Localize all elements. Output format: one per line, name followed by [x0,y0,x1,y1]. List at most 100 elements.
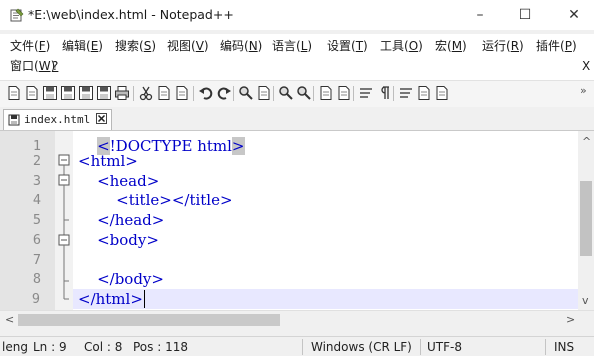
menu-item-n[interactable]: 编码(N) [220,38,262,54]
code-text: </html>​ [78,290,145,308]
menu-item-p[interactable]: 插件(P) [536,38,577,54]
notepad-app-icon [10,8,24,22]
menu-item-f[interactable]: 文件(F) [10,38,50,54]
close-icon[interactable] [78,85,94,101]
menu-bar: 文件(F) 编辑(E) 搜索(S) 视图(V) 编码(N) 语言(L) 设置(T) 工具(O)… [0,34,594,80]
menu-item-t[interactable]: 设置(T) [327,38,368,54]
minimize-button[interactable]: – [465,4,495,26]
code-line: 2 <html> [0,151,578,171]
save-all-icon[interactable] [60,85,76,101]
vertical-scroll-thumb[interactable] [580,181,592,256]
close-all-icon[interactable] [96,85,112,101]
code-text: </body> [97,270,164,288]
window-title: *E:\web\index.html - Notepad++ [28,7,234,22]
status-divider [420,339,421,355]
menu-item-m[interactable]: 宏(M) [435,38,467,54]
line-number: 6 [32,232,41,248]
close-window-button[interactable]: ✕ [559,4,589,26]
editor-area[interactable]: 1 <!DOCTYPE html> 2 <html> 3 <head> 4 <title… [0,131,578,310]
close-document-button[interactable]: X [582,58,590,74]
maximize-button[interactable]: ☐ [510,4,540,26]
line-number: 5 [32,212,41,228]
code-line: 7 [0,250,578,270]
cut-icon[interactable] [138,85,154,101]
word-wrap-icon[interactable] [358,85,374,101]
status-position: Pos : 118 [133,340,188,354]
status-bar: leng Ln : 9 Col : 8 Pos : 118 Windows (C… [0,336,594,356]
status-line: Ln : 9 [33,340,67,354]
tab-index-html[interactable]: index.html [3,109,113,130]
vertical-scrollbar[interactable]: ^ v [578,131,594,310]
paste-icon[interactable] [174,85,190,101]
code-text: </head> [97,211,165,229]
code-line: 8 </body> [0,269,578,289]
code-line: 5 </head> [0,210,578,230]
sync-v-icon[interactable] [318,85,334,101]
sync-h-icon[interactable] [336,85,352,101]
menu-item-o[interactable]: 工具(O) [380,38,423,54]
zoom-in-icon[interactable] [278,85,294,101]
replace-icon[interactable] [256,85,272,101]
code-line: 6 <body> [0,230,578,250]
toolbar-overflow-button[interactable]: » [580,84,587,97]
toolbar-separator [273,86,274,101]
status-column: Col : 8 [84,340,123,354]
doc-map-icon[interactable] [416,85,432,101]
text-cursor: ​ [143,290,145,308]
code-line: 3 <head> [0,171,578,191]
status-insert-mode[interactable]: INS [554,339,574,355]
line-number: 2 [32,153,41,169]
tab-label: index.html [24,113,91,126]
status-encoding[interactable]: UTF-8 [427,339,462,355]
status-divider [302,339,303,355]
function-list-icon[interactable] [434,85,450,101]
menu-item-l[interactable]: 语言(L) [272,38,312,54]
menu-item-r[interactable]: 运行(R) [482,38,524,54]
menu-item-window[interactable]: 窗口(W) [10,58,55,74]
print-icon[interactable] [114,85,130,101]
horizontal-scrollbar[interactable]: < > [0,310,594,329]
title-bar: *E:\web\index.html - Notepad++ – ☐ ✕ [0,0,594,30]
scroll-right-arrow[interactable]: > [566,313,575,326]
line-number: 8 [32,271,41,287]
status-divider [545,339,546,355]
code-text: <head> [97,172,160,190]
scroll-up-arrow[interactable]: ^ [582,135,591,148]
toolbar-separator [133,86,134,101]
menu-item-s[interactable]: 搜索(S) [115,38,156,54]
line-number: 4 [32,192,41,208]
status-eol-format[interactable]: Windows (CR LF) [311,339,412,355]
open-file-icon[interactable] [24,85,40,101]
toolbar-separator [233,86,234,101]
line-number: 3 [32,173,41,189]
show-all-chars-icon[interactable] [376,85,392,101]
find-icon[interactable] [238,85,254,101]
menu-item-help[interactable]: ? [52,58,58,74]
toolbar-separator [193,86,194,101]
menu-item-e[interactable]: 编辑(E) [62,38,103,54]
zoom-out-icon[interactable] [296,85,312,101]
toolbar-separator [313,86,314,101]
toolbar-separator [393,86,394,101]
scroll-left-arrow[interactable]: < [5,313,14,326]
redo-icon[interactable] [216,85,232,101]
copy-icon[interactable] [156,85,172,101]
code-text: <body> [97,231,159,249]
toolbar-separator [353,86,354,101]
line-number: 7 [32,252,41,268]
undo-icon[interactable] [198,85,214,101]
line-number: 9 [31,291,40,307]
toolbar: » [0,80,594,108]
tab-close-icon[interactable] [96,113,108,124]
menu-item-v[interactable]: 视图(V) [167,38,209,54]
code-line: 9 </html>​ [32,289,578,309]
new-file-icon[interactable] [6,85,22,101]
file-saved-icon [8,114,20,126]
indent-guide-icon[interactable] [398,85,414,101]
code-text: <html> [78,152,138,170]
save-icon[interactable] [42,85,58,101]
horizontal-scroll-thumb[interactable] [18,314,280,326]
code-line: 4 <title></title> [0,190,578,210]
scroll-down-arrow[interactable]: v [582,294,589,307]
status-length: leng [2,340,28,354]
